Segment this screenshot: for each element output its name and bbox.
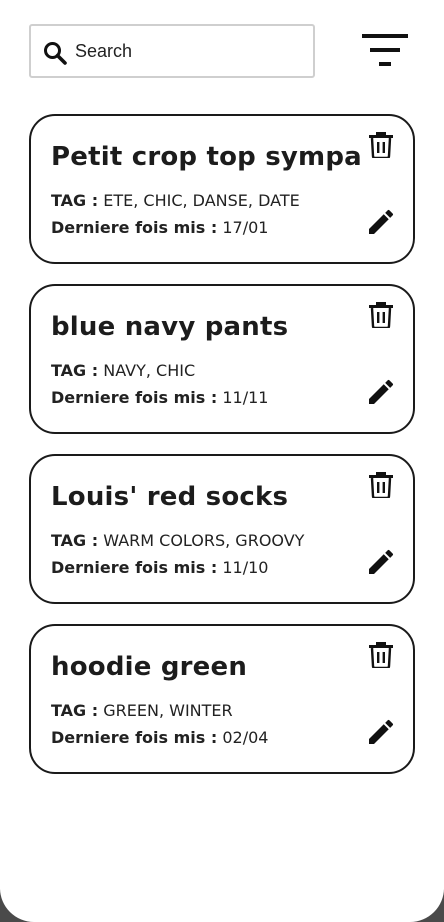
pencil-icon[interactable] — [365, 376, 397, 408]
pencil-icon[interactable] — [365, 546, 397, 578]
clothing-tags: TAG : WARM COLORS, GROOVY — [51, 531, 304, 550]
tag-values: ETE, CHIC, DANSE, DATE — [103, 191, 300, 210]
app-screen: Petit crop top sympa TAG : ETE, CHIC, DA… — [0, 0, 444, 922]
trash-icon[interactable] — [369, 642, 393, 668]
clothing-title: blue navy pants — [51, 312, 289, 342]
last-worn-value: 02/04 — [222, 728, 269, 747]
last-worn-label: Derniere fois mis : — [51, 218, 218, 237]
tag-label: TAG : — [51, 701, 99, 720]
search-icon — [44, 42, 67, 65]
trash-icon[interactable] — [369, 472, 393, 498]
clothing-card[interactable]: Petit crop top sympa TAG : ETE, CHIC, DA… — [29, 114, 415, 264]
clothing-card[interactable]: Louis' red socks TAG : WARM COLORS, GROO… — [29, 454, 415, 604]
search-bar[interactable] — [29, 24, 315, 78]
clothing-tags: TAG : NAVY, CHIC — [51, 361, 195, 380]
search-input[interactable] — [75, 36, 305, 66]
pencil-icon[interactable] — [365, 716, 397, 748]
clothing-title: Petit crop top sympa — [51, 142, 362, 172]
pencil-icon[interactable] — [365, 206, 397, 238]
clothing-last-worn: Derniere fois mis : 02/04 — [51, 728, 268, 747]
tag-values: NAVY, CHIC — [103, 361, 196, 380]
filter-icon[interactable] — [362, 34, 408, 68]
clothing-card[interactable]: blue navy pants TAG : NAVY, CHIC Dernier… — [29, 284, 415, 434]
clothing-last-worn: Derniere fois mis : 17/01 — [51, 218, 268, 237]
clothing-tags: TAG : ETE, CHIC, DANSE, DATE — [51, 191, 300, 210]
tag-values: WARM COLORS, GROOVY — [103, 531, 305, 550]
last-worn-label: Derniere fois mis : — [51, 558, 218, 577]
trash-icon[interactable] — [369, 302, 393, 328]
clothing-tags: TAG : GREEN, WINTER — [51, 701, 233, 720]
tag-label: TAG : — [51, 191, 99, 210]
last-worn-label: Derniere fois mis : — [51, 728, 218, 747]
last-worn-label: Derniere fois mis : — [51, 388, 218, 407]
clothing-title: hoodie green — [51, 652, 248, 682]
tag-label: TAG : — [51, 361, 99, 380]
trash-icon[interactable] — [369, 132, 393, 158]
last-worn-value: 11/11 — [222, 388, 269, 407]
tag-values: GREEN, WINTER — [103, 701, 233, 720]
clothing-last-worn: Derniere fois mis : 11/10 — [51, 558, 268, 577]
last-worn-value: 17/01 — [222, 218, 269, 237]
clothing-card[interactable]: hoodie green TAG : GREEN, WINTER Dernier… — [29, 624, 415, 774]
clothing-last-worn: Derniere fois mis : 11/11 — [51, 388, 268, 407]
last-worn-value: 11/10 — [222, 558, 269, 577]
tag-label: TAG : — [51, 531, 99, 550]
clothing-title: Louis' red socks — [51, 482, 289, 512]
